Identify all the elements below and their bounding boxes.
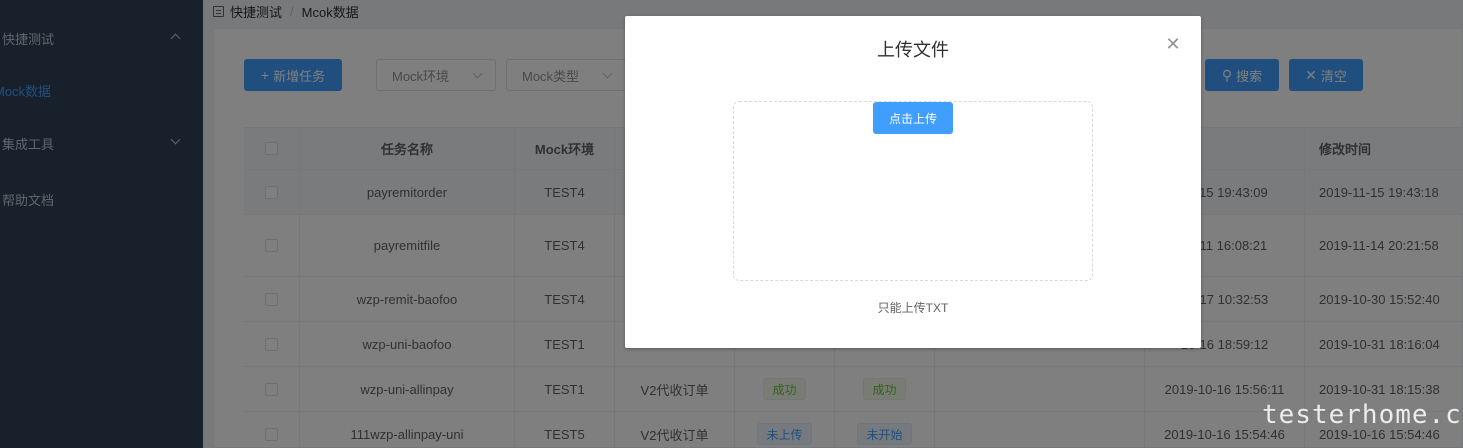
close-icon[interactable]: ✕ xyxy=(1165,35,1181,53)
upload-dropzone[interactable]: 点击上传 xyxy=(733,101,1093,281)
watermark: testerhome.com xyxy=(1262,372,1463,448)
upload-dialog: 上传文件 ✕ 点击上传 只能上传TXT xyxy=(625,16,1201,348)
upload-button[interactable]: 点击上传 xyxy=(873,102,953,134)
watermark-text: testerhome.com xyxy=(1262,400,1463,430)
upload-tip: 只能上传TXT xyxy=(877,301,949,315)
dialog-title: 上传文件 xyxy=(877,40,949,60)
